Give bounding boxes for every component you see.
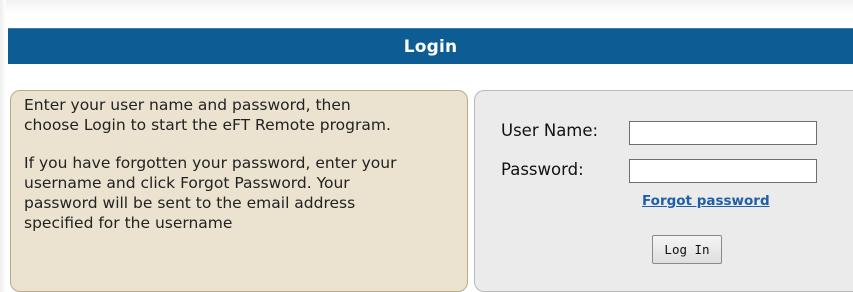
left-edge: [0, 0, 6, 292]
instructions-paragraph-login: Enter your user name and password, then …: [24, 96, 391, 134]
page-title: Login: [403, 36, 458, 57]
password-field[interactable]: [629, 159, 817, 183]
log-in-button[interactable]: Log In: [652, 235, 722, 264]
forgot-password-link[interactable]: Forgot password: [642, 193, 770, 209]
login-page: Login Enter your user name and password,…: [0, 0, 853, 292]
instructions-panel: Enter your user name and password, then …: [10, 90, 468, 292]
instructions-paragraph-forgot: If you have forgotten your password, ent…: [24, 154, 397, 232]
username-label: User Name:: [501, 121, 599, 140]
login-form-panel: User Name: Password: Forgot password Log…: [474, 90, 853, 292]
login-header-bar: Login: [8, 28, 853, 64]
username-field[interactable]: [629, 121, 817, 145]
password-label: Password:: [501, 160, 584, 179]
top-shadow: [0, 0, 853, 14]
